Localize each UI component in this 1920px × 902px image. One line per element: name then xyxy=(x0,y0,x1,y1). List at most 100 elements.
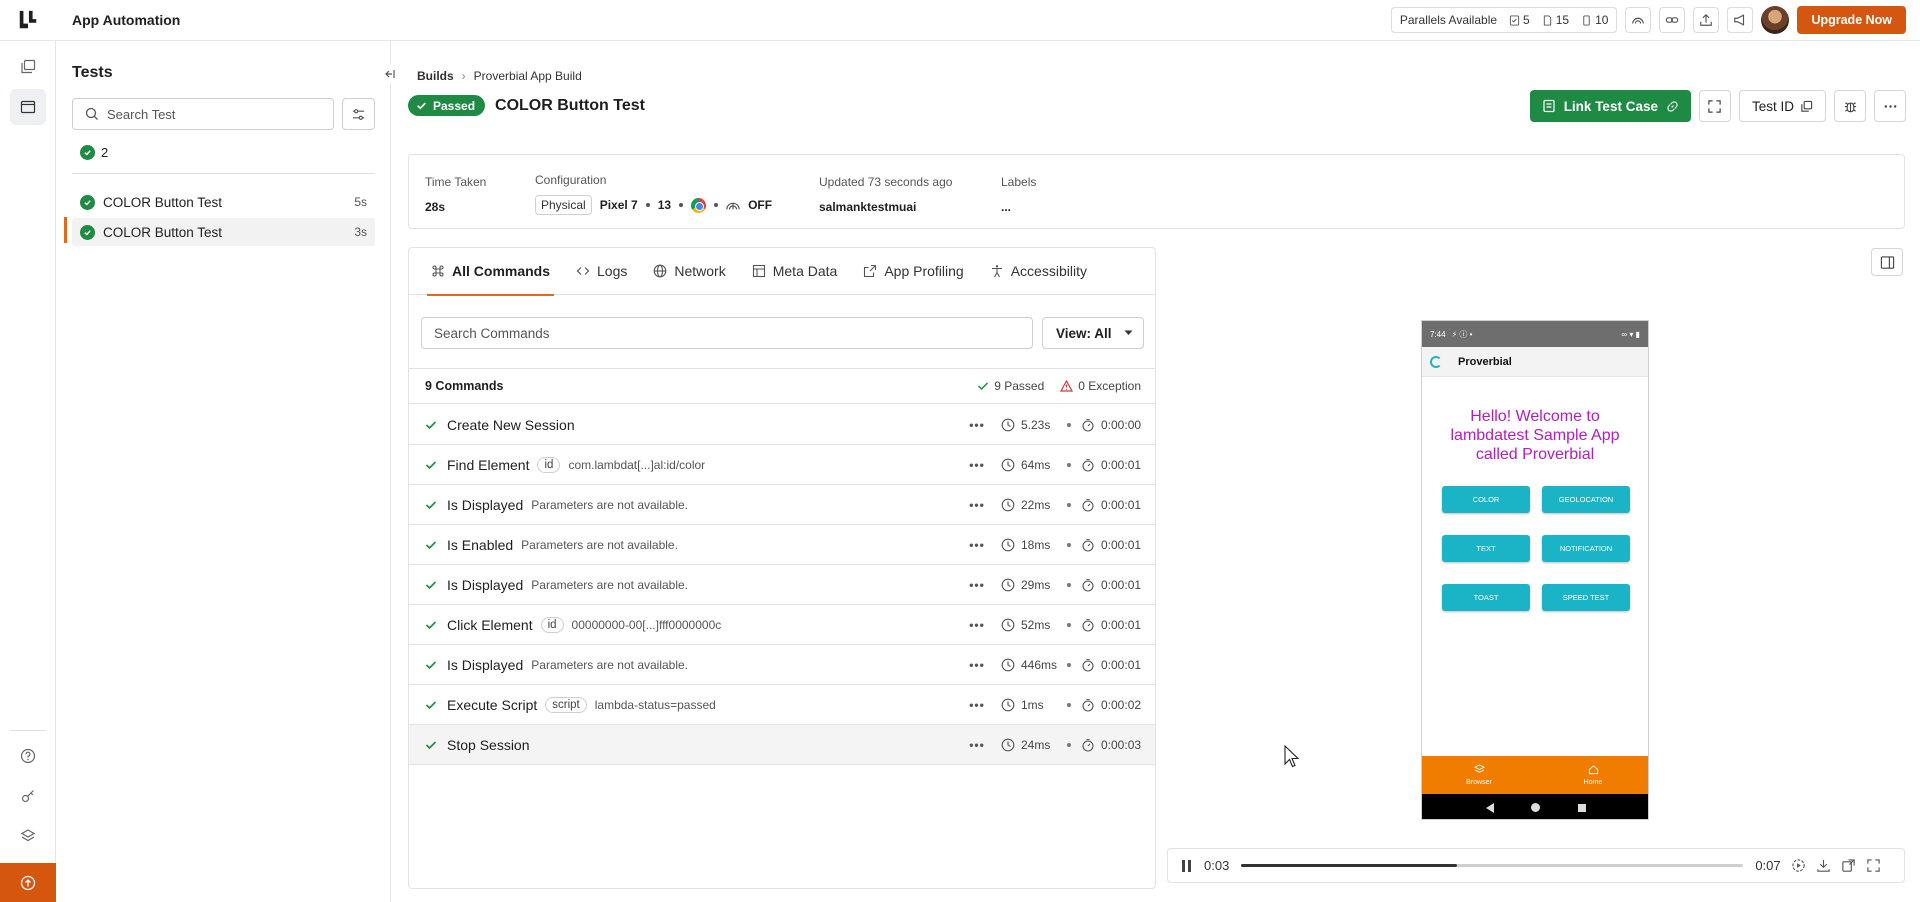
rail-item-tests[interactable] xyxy=(10,89,46,125)
code-icon xyxy=(576,267,590,275)
playback-speed-icon[interactable] xyxy=(1791,858,1806,873)
command-more-icon[interactable]: ••• xyxy=(969,738,985,752)
command-name: Execute Script xyxy=(447,696,538,713)
check-icon xyxy=(425,620,437,629)
video-player-controls: 0:03 0:07 xyxy=(1167,848,1905,883)
video-seek-bar[interactable] xyxy=(1241,864,1744,867)
breadcrumb-builds[interactable]: Builds xyxy=(417,69,454,83)
breadcrumb-build-name[interactable]: Proverbial App Build xyxy=(474,69,582,83)
test-list-item-selected[interactable]: COLOR Button Test 3s xyxy=(72,218,375,246)
command-more-icon[interactable]: ••• xyxy=(969,698,985,712)
fullscreen-icon[interactable] xyxy=(1866,858,1881,873)
arrow-up-circle-icon xyxy=(20,875,36,890)
device-text-button[interactable]: TEXT xyxy=(1442,535,1530,562)
check-icon xyxy=(425,660,437,669)
command-name: Stop Session xyxy=(447,736,530,753)
device-color-button[interactable]: COLOR xyxy=(1442,486,1530,513)
command-more-icon[interactable]: ••• xyxy=(969,458,985,472)
command-row[interactable]: Is Displayed Parameters are not available… xyxy=(409,565,1155,605)
command-params: Parameters are not available. xyxy=(531,657,689,672)
rail-divider xyxy=(10,730,46,731)
stopwatch-icon xyxy=(1082,738,1094,752)
browser-icon xyxy=(1473,764,1485,773)
layers-icon xyxy=(21,59,36,74)
command-row[interactable]: Find Element id com.lambdat[...]al:id/colo… xyxy=(409,445,1155,485)
device-app-bar: Proverbial xyxy=(1422,347,1648,377)
command-row[interactable]: Click Element id 00000000-00[...]fff000000… xyxy=(409,605,1155,645)
test-list-item[interactable]: COLOR Button Test 5s xyxy=(72,188,375,216)
tab-meta-data[interactable]: Meta Data xyxy=(752,248,837,295)
upgrade-now-button[interactable]: Upgrade Now xyxy=(1797,6,1906,34)
search-commands-input[interactable] xyxy=(434,325,994,341)
commands-summary-bar: 9 Commands 9 Passed 0 Exception xyxy=(409,368,1155,404)
rail-item-help[interactable] xyxy=(10,738,46,774)
breadcrumb: Builds › Proverbial App Build xyxy=(417,69,582,83)
copy-icon xyxy=(1801,100,1813,112)
search-test-input[interactable] xyxy=(107,106,307,122)
tab-accessibility[interactable]: Accessibility xyxy=(990,248,1087,295)
clock-icon xyxy=(1001,618,1015,632)
command-more-icon[interactable]: ••• xyxy=(969,498,985,512)
test-id-button[interactable]: Test ID xyxy=(1738,90,1826,122)
passed-count[interactable]: 2 xyxy=(80,145,108,160)
collapse-panel-button[interactable] xyxy=(381,65,399,83)
brand-logo[interactable] xyxy=(0,0,56,41)
tab-network[interactable]: Network xyxy=(653,248,726,295)
filter-button[interactable] xyxy=(342,98,375,130)
device-notification-button[interactable]: NOTIFICATION xyxy=(1542,535,1630,562)
fullscreen-button[interactable] xyxy=(1698,90,1731,122)
rail-item-builds[interactable] xyxy=(10,49,46,85)
parallels-available[interactable]: Parallels Available 5 15 10 xyxy=(1390,7,1618,33)
link-test-case-button[interactable]: Link Test Case xyxy=(1529,90,1691,122)
device-nav-browser[interactable]: Browser xyxy=(1422,756,1536,794)
command-row[interactable]: Is Enabled Parameters are not available. •… xyxy=(409,525,1155,565)
tabs-bar: All Commands Logs Network Meta Data App … xyxy=(409,248,1155,296)
stopwatch-icon xyxy=(1082,458,1094,472)
command-row[interactable]: Is Displayed Parameters are not available… xyxy=(409,645,1155,685)
picture-in-picture-icon[interactable] xyxy=(1841,858,1856,873)
view-filter-dropdown[interactable]: View: All xyxy=(1042,317,1144,349)
command-row[interactable]: Stop Session ••• 24ms 0:00:03 xyxy=(409,725,1155,765)
upload-button[interactable] xyxy=(1693,7,1720,33)
tab-logs[interactable]: Logs xyxy=(576,248,627,295)
command-more-icon[interactable]: ••• xyxy=(969,418,985,432)
command-more-icon[interactable]: ••• xyxy=(969,578,985,592)
announcements-button[interactable] xyxy=(1727,7,1754,33)
rail-item-access-key[interactable] xyxy=(10,778,46,814)
command-row[interactable]: Is Displayed Parameters are not available… xyxy=(409,485,1155,525)
passed-check-icon xyxy=(80,194,95,210)
download-icon[interactable] xyxy=(1816,858,1831,873)
command-row[interactable]: Create New Session ••• 5.23s 0:00:00 xyxy=(409,405,1155,445)
stopwatch-icon xyxy=(1082,498,1094,512)
integrations-button[interactable] xyxy=(1659,7,1686,33)
device-speed-test-button[interactable]: SPEED TEST xyxy=(1542,584,1630,611)
passed-filter[interactable]: 9 Passed xyxy=(977,379,1044,393)
labels-value[interactable]: ... xyxy=(1001,197,1036,217)
commands-count: 9 Commands xyxy=(425,379,504,393)
rail-upgrade-button[interactable] xyxy=(0,863,56,902)
rail-item-integrations[interactable] xyxy=(10,818,46,854)
user-avatar[interactable] xyxy=(1761,6,1790,34)
pause-button[interactable] xyxy=(1182,859,1194,872)
exception-filter[interactable]: 0 Exception xyxy=(1060,379,1141,393)
search-test-box xyxy=(72,98,334,130)
more-options-button[interactable] xyxy=(1874,90,1906,122)
tab-app-profiling[interactable]: App Profiling xyxy=(863,248,964,295)
clock-icon xyxy=(1001,458,1015,472)
toggle-side-panel-button[interactable] xyxy=(1871,248,1903,276)
command-duration: 22ms xyxy=(1001,498,1050,512)
parallels-label: Parallels Available xyxy=(1399,13,1498,27)
command-row[interactable]: Execute Script script lambda-status=passed… xyxy=(409,685,1155,725)
tab-all-commands[interactable]: All Commands xyxy=(426,248,555,296)
device-geolocation-button[interactable]: GEOLOCATION xyxy=(1542,486,1630,513)
tests-title: Tests xyxy=(72,64,113,81)
device-nav-home[interactable]: Home xyxy=(1536,756,1648,794)
command-more-icon[interactable]: ••• xyxy=(969,658,985,672)
command-more-icon[interactable]: ••• xyxy=(969,618,985,632)
command-more-icon[interactable]: ••• xyxy=(969,538,985,552)
device-welcome-text: Hello! Welcome to lambdatest Sample App … xyxy=(1450,408,1620,463)
report-bug-button[interactable] xyxy=(1834,90,1866,122)
device-toast-button[interactable]: TOAST xyxy=(1442,584,1530,611)
tunnel-button[interactable] xyxy=(1625,7,1652,33)
check-icon xyxy=(425,500,437,509)
